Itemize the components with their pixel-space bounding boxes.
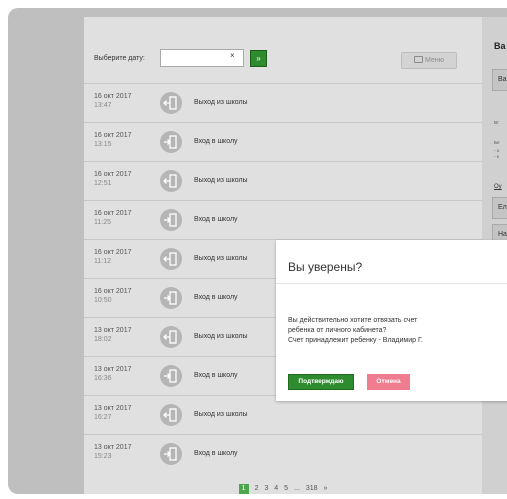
event-datetime: 16 окт 2017 10:50 (94, 287, 132, 305)
event-row: 16 окт 2017 13:47 Выход из школы (84, 83, 482, 122)
event-time: 11:25 (94, 219, 111, 226)
event-row: 13 окт 2017 15:23 Вход в школу (84, 434, 482, 473)
event-date: 16 окт 2017 (94, 132, 132, 139)
confirm-dialog: Вы уверены? Вы действительно хотите отвя… (276, 240, 507, 401)
event-datetime: 13 окт 2017 16:36 (94, 365, 132, 383)
exit-door-icon (160, 326, 182, 348)
page-current[interactable]: 1 (238, 484, 249, 494)
page-4[interactable]: 4 (274, 485, 278, 492)
event-date: 16 окт 2017 (94, 249, 132, 256)
event-row: 16 окт 2017 11:25 Вход в школу (84, 200, 482, 239)
dialog-message: Вы действительно хотите отвязать счет ре… (288, 316, 503, 346)
dialog-title: Вы уверены? (288, 260, 363, 274)
event-label: Выход из школы (194, 99, 248, 106)
event-date: 13 окт 2017 (94, 444, 132, 451)
event-label: Вход в школу (194, 372, 238, 379)
event-datetime: 13 окт 2017 16:27 (94, 404, 132, 422)
event-date: 13 окт 2017 (94, 405, 132, 412)
entry-door-icon (160, 209, 182, 231)
page-next[interactable]: » (323, 485, 327, 492)
date-filter-label: Выберите дату: (94, 55, 145, 62)
page-3[interactable]: 3 (264, 485, 268, 492)
entry-door-icon (160, 131, 182, 153)
date-filter: Выберите дату: × » Меню (94, 47, 457, 71)
event-date: 13 окт 2017 (94, 366, 132, 373)
exit-door-icon (160, 404, 182, 426)
account-note-2: Бе (494, 140, 500, 145)
dialog-line-1: Вы действительно хотите отвязать счет (288, 317, 418, 324)
exit-door-icon (160, 170, 182, 192)
apply-date-button[interactable]: » (250, 50, 267, 67)
event-time: 13:47 (94, 102, 112, 109)
cancel-button[interactable]: Отмена (367, 374, 410, 390)
clear-date-icon[interactable]: × (230, 51, 235, 60)
event-time: 12:51 (94, 180, 112, 187)
event-label: Выход из школы (194, 333, 248, 340)
dialog-divider (276, 283, 507, 284)
account-link[interactable]: Оу (494, 184, 502, 190)
event-row: 16 окт 2017 13:15 Вход в школу (84, 122, 482, 161)
exit-door-icon (160, 248, 182, 270)
event-datetime: 16 окт 2017 12:51 (94, 170, 132, 188)
event-datetime: 16 окт 2017 11:12 (94, 248, 132, 266)
event-datetime: 16 окт 2017 13:47 (94, 92, 132, 110)
page-last[interactable]: 318 (306, 485, 318, 492)
account-note-1: Вт (494, 120, 499, 125)
event-time: 16:27 (94, 414, 112, 421)
event-label: Вход в школу (194, 294, 238, 301)
event-time: 11:12 (94, 258, 111, 265)
printer-icon (414, 56, 424, 63)
entry-door-icon (160, 287, 182, 309)
dialog-line-2: ребенка от личного кабинета? (288, 327, 387, 334)
event-label: Выход из школы (194, 177, 248, 184)
event-time: 10:50 (94, 297, 112, 304)
entry-door-icon (160, 443, 182, 465)
browser-frame: Выберите дату: × » Меню 16 окт 2017 13:47… (0, 0, 507, 499)
menu-button-label: Меню (425, 57, 444, 64)
page-2[interactable]: 2 (255, 485, 259, 492)
event-datetime: 13 окт 2017 15:23 (94, 443, 132, 461)
event-label: Вход в школу (194, 450, 238, 457)
event-date: 16 окт 2017 (94, 288, 132, 295)
page-ellipsis: ... (294, 485, 300, 492)
menu-button[interactable]: Меню (401, 52, 457, 69)
event-time: 16:36 (94, 375, 112, 382)
confirm-button[interactable]: Подтверждаю (288, 374, 354, 390)
event-label: Вход в школу (194, 138, 238, 145)
page-5[interactable]: 5 (284, 485, 288, 492)
event-datetime: 13 окт 2017 18:02 (94, 326, 132, 344)
event-time: 13:15 (94, 141, 112, 148)
event-date: 16 окт 2017 (94, 93, 132, 100)
exit-door-icon (160, 92, 182, 114)
account-box[interactable]: Ва (492, 69, 507, 91)
account-child-1[interactable]: Ел (492, 197, 507, 219)
account-panel-title: Ва (494, 41, 506, 51)
account-note-3: - о (494, 148, 500, 153)
event-date: 16 окт 2017 (94, 210, 132, 217)
event-date: 16 окт 2017 (94, 171, 132, 178)
event-datetime: 16 окт 2017 13:15 (94, 131, 132, 149)
event-time: 18:02 (94, 336, 112, 343)
dialog-line-3: Счет принадлежит ребенку - Владимир Г. (288, 337, 423, 344)
event-time: 15:23 (94, 453, 112, 460)
event-label: Выход из школы (194, 411, 248, 418)
event-row: 16 окт 2017 12:51 Выход из школы (84, 161, 482, 200)
pagination: 1 2 3 4 5 ... 318 » (84, 484, 482, 494)
event-label: Выход из школы (194, 255, 248, 262)
event-date: 13 окт 2017 (94, 327, 132, 334)
event-label: Вход в школу (194, 216, 238, 223)
event-datetime: 16 окт 2017 11:25 (94, 209, 132, 227)
account-note-4: - к (494, 154, 499, 159)
entry-door-icon (160, 365, 182, 387)
